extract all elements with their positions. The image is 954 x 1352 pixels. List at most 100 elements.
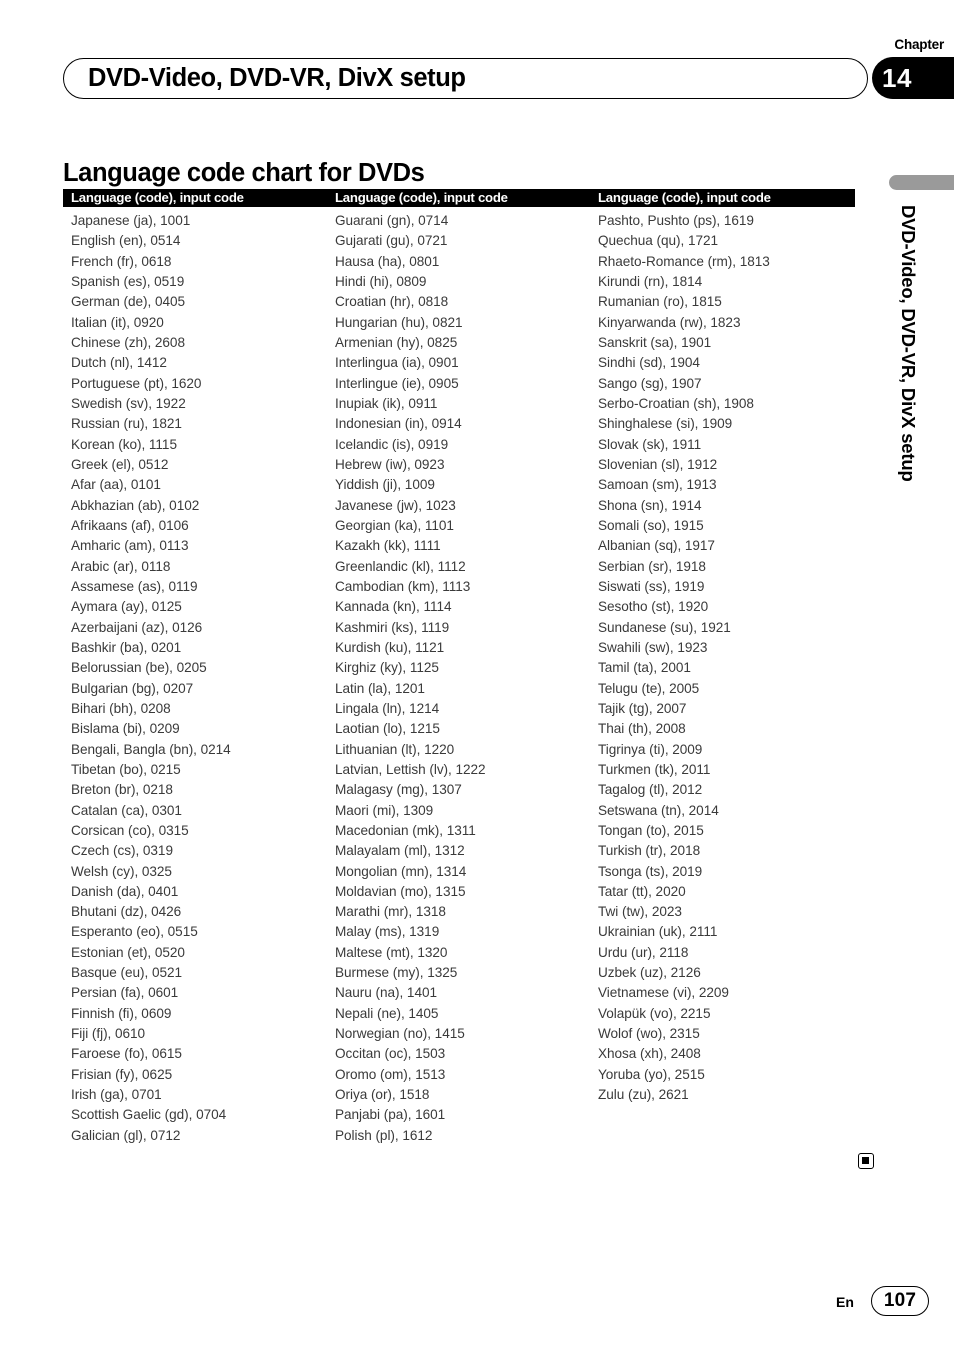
language-entry: Bihari (bh), 0208 [71, 700, 171, 716]
language-entry: Georgian (ka), 1101 [335, 517, 454, 533]
language-entry: Kannada (kn), 1114 [335, 599, 452, 615]
language-entry: Norwegian (no), 1415 [335, 1026, 465, 1042]
language-entry: Danish (da), 0401 [71, 883, 179, 899]
language-entry: Bhutani (dz), 0426 [71, 904, 182, 920]
language-entry: Twi (tw), 2023 [598, 904, 682, 920]
language-entry: Kinyarwanda (rw), 1823 [598, 314, 741, 330]
language-entry: Irish (ga), 0701 [71, 1087, 162, 1103]
language-entry: Somali (so), 1915 [598, 517, 704, 533]
language-entry: Tibetan (bo), 0215 [71, 761, 181, 777]
language-entry: Latvian, Lettish (lv), 1222 [335, 761, 486, 777]
language-entry: Swahili (sw), 1923 [598, 639, 708, 655]
language-entry: Russian (ru), 1821 [71, 416, 182, 432]
language-entry: Yoruba (yo), 2515 [598, 1066, 705, 1082]
language-entry: German (de), 0405 [71, 294, 186, 310]
language-entry: Kurdish (ku), 1121 [335, 639, 445, 655]
language-entry: Japanese (ja), 1001 [71, 213, 191, 228]
language-entry: Shona (sn), 1914 [598, 497, 702, 513]
language-entry: Nauru (na), 1401 [335, 985, 437, 1001]
language-entry: Xhosa (xh), 2408 [598, 1046, 701, 1062]
end-of-section-marker-icon [858, 1153, 874, 1169]
language-entry: Esperanto (eo), 0515 [71, 924, 198, 940]
language-entry: Faroese (fo), 0615 [71, 1046, 182, 1062]
language-entry: Sundanese (su), 1921 [598, 619, 731, 635]
language-entry: Rumanian (ro), 1815 [598, 294, 722, 310]
language-entry: Malagasy (mg), 1307 [335, 782, 462, 798]
language-entry: Welsh (cy), 0325 [71, 863, 172, 879]
language-entry: Hausa (ha), 0801 [335, 253, 440, 269]
language-column-1: Japanese (ja), 1001 English (en), 0514 Fre… [71, 211, 333, 1146]
language-entry: Telugu (te), 2005 [598, 680, 700, 696]
language-entry: Frisian (fy), 0625 [71, 1066, 173, 1082]
language-entry: Finnish (fi), 0609 [71, 1005, 172, 1021]
language-entry: Burmese (my), 1325 [335, 965, 458, 981]
column-header-1: Language (code), input code [71, 190, 244, 205]
language-entry: Samoan (sm), 1913 [598, 477, 717, 493]
language-entry: Kazakh (kk), 1111 [335, 538, 441, 554]
language-entry: Volapük (vo), 2215 [598, 1005, 711, 1021]
language-entry: Tatar (tt), 2020 [598, 883, 686, 899]
language-entry: Belorussian (be), 0205 [71, 660, 207, 676]
language-entry: Zulu (zu), 2621 [598, 1087, 689, 1103]
language-entry: Sindhi (sd), 1904 [598, 355, 700, 371]
language-entry: Slovak (sk), 1911 [598, 436, 702, 452]
language-entry: Tongan (to), 2015 [598, 822, 704, 838]
language-entry: Latin (la), 1201 [335, 680, 425, 696]
language-entry: Turkish (tr), 2018 [598, 843, 701, 859]
language-entry: Wolof (wo), 2315 [598, 1026, 700, 1042]
language-entry: Portuguese (pt), 1620 [71, 375, 202, 391]
language-entry: Albanian (sq), 1917 [598, 538, 715, 554]
language-entry: Spanish (es), 0519 [71, 273, 185, 289]
language-entry: Quechua (qu), 1721 [598, 233, 719, 249]
language-entry: Aymara (ay), 0125 [71, 599, 182, 615]
language-entry: Tamil (ta), 2001 [598, 660, 691, 676]
language-entry: Czech (cs), 0319 [71, 843, 173, 859]
language-entry: Greek (el), 0512 [71, 456, 169, 472]
document-page: Chapter 14 DVD-Video, DVD-VR, DivX setup… [0, 0, 954, 1352]
language-entry: Bislama (bi), 0209 [71, 721, 180, 737]
language-entry: Turkmen (tk), 2011 [598, 761, 711, 777]
language-entry: Hungarian (hu), 0821 [335, 314, 463, 330]
language-entry: Malayalam (ml), 1312 [335, 843, 465, 859]
language-entry: Siswati (ss), 1919 [598, 578, 705, 594]
language-entry: Vietnamese (vi), 2209 [598, 985, 729, 1001]
language-entry: Yiddish (ji), 1009 [335, 477, 435, 493]
language-entry: Basque (eu), 0521 [71, 965, 182, 981]
language-entry: Bashkir (ba), 0201 [71, 639, 182, 655]
language-entry: Sango (sg), 1907 [598, 375, 702, 391]
language-entry: Panjabi (pa), 1601 [335, 1107, 446, 1123]
language-entry: Ukrainian (uk), 2111 [598, 924, 718, 940]
language-entry: Setswana (tn), 2014 [598, 802, 719, 818]
language-entry: Malay (ms), 1319 [335, 924, 440, 940]
language-entry: Korean (ko), 1115 [71, 436, 177, 452]
language-entry: Estonian (et), 0520 [71, 944, 185, 960]
column-header-2: Language (code), input code [335, 190, 508, 205]
footer-language-code: En [836, 1294, 854, 1310]
language-entry: Croatian (hr), 0818 [335, 294, 449, 310]
language-entry: Assamese (as), 0119 [71, 578, 198, 594]
language-entry: Cambodian (km), 1113 [335, 578, 471, 594]
language-entry: Persian (fa), 0601 [71, 985, 179, 1001]
language-entry: Tajik (tg), 2007 [598, 700, 687, 716]
language-entry: Urdu (ur), 2118 [598, 944, 689, 960]
language-entry: Polish (pl), 1612 [335, 1127, 433, 1143]
language-entry: Chinese (zh), 2608 [71, 334, 185, 350]
language-entry: Scottish Gaelic (gd), 0704 [71, 1107, 227, 1123]
language-entry: Galician (gl), 0712 [71, 1127, 181, 1143]
language-entry: Abkhazian (ab), 0102 [71, 497, 200, 513]
language-entry: Sesotho (st), 1920 [598, 599, 709, 615]
language-entry: Lithuanian (lt), 1220 [335, 741, 455, 757]
running-head-title: DVD-Video, DVD-VR, DivX setup [88, 64, 466, 92]
language-entry: Hindi (hi), 0809 [335, 273, 427, 289]
page-title: Language code chart for DVDs [63, 159, 425, 188]
language-entry: Amharic (am), 0113 [71, 538, 189, 554]
language-entry: Italian (it), 0920 [71, 314, 164, 330]
language-entry: Armenian (hy), 0825 [335, 334, 458, 350]
page-number-badge: 107 [871, 1286, 929, 1316]
language-entry: Serbo-Croatian (sh), 1908 [598, 395, 754, 411]
side-tab-bar [889, 175, 954, 190]
language-entry: Slovenian (sl), 1912 [598, 456, 718, 472]
language-entry: Fiji (fj), 0610 [71, 1026, 146, 1042]
language-entry: Dutch (nl), 1412 [71, 355, 167, 371]
table-header-row: Language (code), input code Language (co… [63, 189, 855, 207]
